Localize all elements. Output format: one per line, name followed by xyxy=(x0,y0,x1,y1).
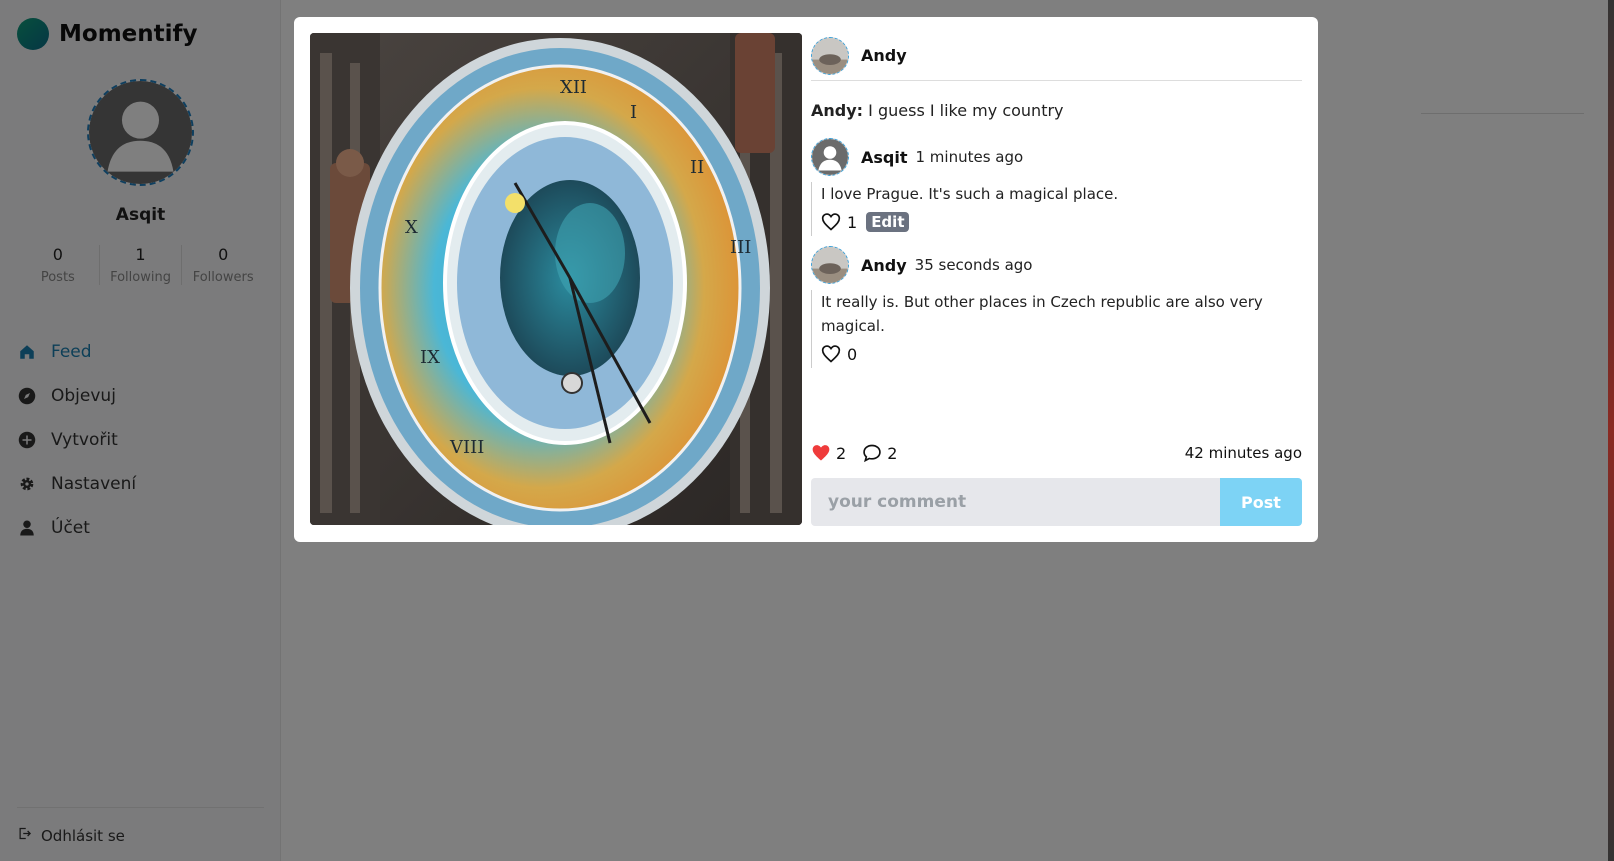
comment-body: It really is. But other places in Czech … xyxy=(811,290,1302,368)
caption-text: I guess I like my country xyxy=(868,101,1064,120)
post-details: Andy Andy: I guess I like my country Asq… xyxy=(811,33,1302,526)
svg-text:III: III xyxy=(730,237,751,258)
edit-button[interactable]: Edit xyxy=(866,212,910,232)
comment-time: 1 minutes ago xyxy=(915,148,1024,166)
post-stats: 2 2 42 minutes ago xyxy=(811,443,1302,463)
comment-body: I love Prague. It's such a magical place… xyxy=(811,182,1302,236)
heart-filled-icon xyxy=(811,443,831,463)
like-button[interactable]: 2 xyxy=(811,443,846,463)
comment-like-count: 1 xyxy=(847,212,858,232)
post-modal: XII I II III IX VIII X Andy Andy: I gues… xyxy=(294,17,1318,542)
svg-text:XII: XII xyxy=(560,77,587,98)
comment-item: Andy 35 seconds ago It really is. But ot… xyxy=(811,246,1302,368)
post-caption: Andy: I guess I like my country xyxy=(811,101,1302,120)
comments-button[interactable]: 2 xyxy=(862,443,897,463)
comment-like-count: 0 xyxy=(847,344,858,364)
post-comment-button[interactable]: Post xyxy=(1220,478,1302,526)
comment-avatar[interactable] xyxy=(811,138,849,176)
like-count: 2 xyxy=(836,443,847,463)
comment-list: Asqit 1 minutes ago I love Prague. It's … xyxy=(811,138,1302,378)
comment-text: I love Prague. It's such a magical place… xyxy=(821,185,1119,203)
comment-input[interactable] xyxy=(811,478,1220,526)
author-name[interactable]: Andy xyxy=(861,46,907,65)
comment-text: It really is. But other places in Czech … xyxy=(821,293,1263,335)
svg-text:I: I xyxy=(630,102,637,123)
svg-text:II: II xyxy=(690,157,704,178)
comment-avatar[interactable] xyxy=(811,246,849,284)
caption-author: Andy: xyxy=(811,101,864,120)
heart-outline-icon[interactable] xyxy=(821,344,841,364)
post-time: 42 minutes ago xyxy=(1184,444,1302,462)
comment-author[interactable]: Asqit xyxy=(861,148,908,167)
comment-item: Asqit 1 minutes ago I love Prague. It's … xyxy=(811,138,1302,236)
post-photo: XII I II III IX VIII X xyxy=(310,33,802,525)
svg-text:VIII: VIII xyxy=(449,437,484,458)
comment-author[interactable]: Andy xyxy=(861,256,907,275)
comment-actions: 1 Edit xyxy=(821,208,1302,236)
comment-header: Asqit 1 minutes ago xyxy=(811,138,1302,176)
comment-header: Andy 35 seconds ago xyxy=(811,246,1302,284)
post-author: Andy xyxy=(811,33,1302,81)
comment-form: Post xyxy=(811,478,1302,526)
svg-text:IX: IX xyxy=(420,347,440,368)
author-avatar[interactable] xyxy=(811,36,849,75)
svg-text:X: X xyxy=(405,217,418,238)
comment-time: 35 seconds ago xyxy=(914,256,1033,274)
comment-count: 2 xyxy=(887,443,898,463)
window-edge xyxy=(1608,0,1614,861)
heart-outline-icon[interactable] xyxy=(821,212,841,232)
comment-actions: 0 xyxy=(821,340,1302,368)
comment-bubble-icon xyxy=(862,443,882,463)
